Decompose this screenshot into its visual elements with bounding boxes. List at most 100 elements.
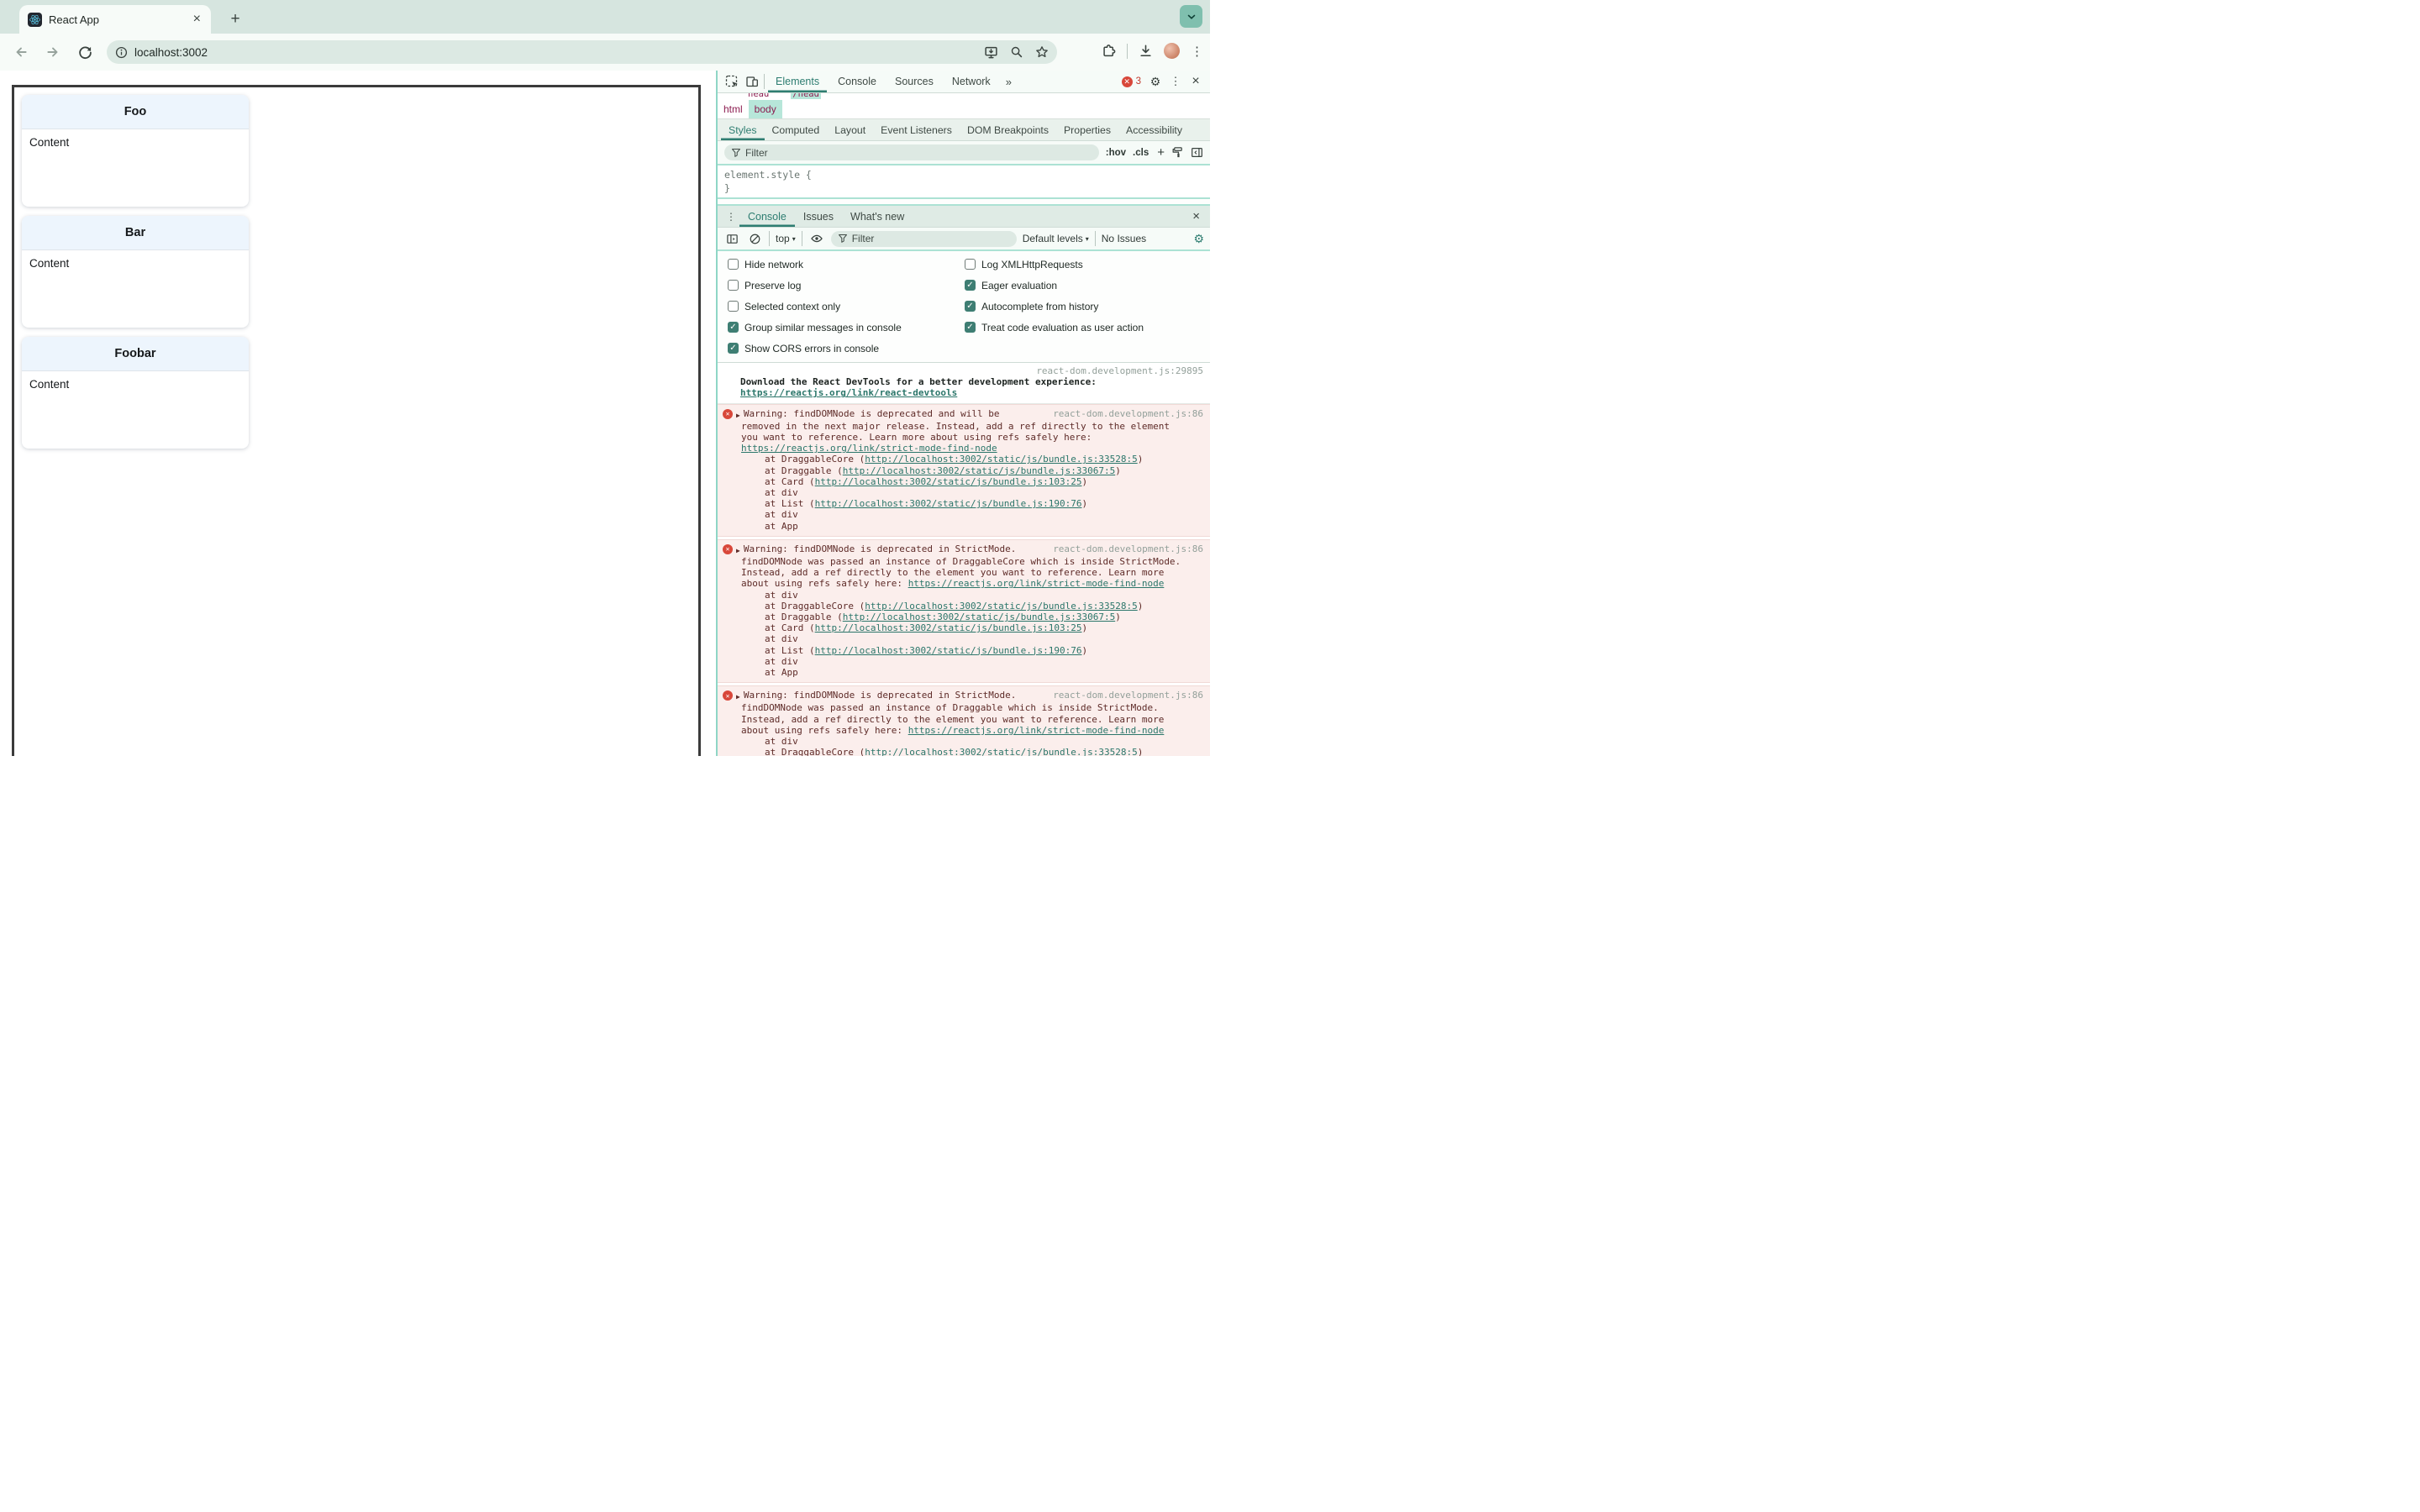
expand-triangle-icon[interactable]: ▶	[736, 545, 740, 556]
setting-preserve-log[interactable]: Preserve log	[728, 275, 965, 296]
new-tab-button[interactable]: +	[224, 8, 247, 31]
expand-triangle-icon[interactable]: ▶	[736, 691, 740, 702]
setting-selected-context-only[interactable]: Selected context only	[728, 296, 965, 317]
checkbox[interactable]	[728, 343, 739, 354]
devtools-tab-elements[interactable]: Elements	[768, 71, 827, 92]
panel-layout-icon[interactable]	[1191, 146, 1203, 159]
more-tabs-icon[interactable]: »	[1002, 76, 1016, 88]
checkbox[interactable]	[728, 322, 739, 333]
checkbox[interactable]	[965, 259, 976, 270]
drawer-tab-whats-new[interactable]: What's new	[842, 206, 913, 227]
downloads-icon[interactable]	[1139, 44, 1153, 58]
devtools-close-icon[interactable]: ×	[1187, 73, 1204, 90]
setting-group-similar[interactable]: Group similar messages in console	[728, 317, 965, 338]
stack-frame-link[interactable]: http://localhost:3002/static/js/bundle.j…	[843, 612, 1116, 622]
stack-frame-link[interactable]: http://localhost:3002/static/js/bundle.j…	[865, 747, 1138, 756]
message-source-link[interactable]: react-dom.development.js:29895	[740, 365, 1203, 376]
message-source-link[interactable]: react-dom.development.js:86	[1053, 408, 1203, 419]
dom-tag-fragment-highlighted[interactable]: /head	[791, 93, 821, 99]
drawer-menu-kebab-icon[interactable]: ⋮	[723, 206, 739, 227]
message-source-link[interactable]: react-dom.development.js:86	[1053, 543, 1203, 554]
expand-triangle-icon[interactable]: ▶	[736, 410, 740, 421]
error-count-badge[interactable]: ✕ 3	[1121, 76, 1141, 87]
devtools-tab-console[interactable]: Console	[830, 71, 884, 92]
console-sidebar-toggle-icon[interactable]	[723, 230, 740, 247]
checkbox[interactable]	[965, 322, 976, 333]
checkbox[interactable]	[728, 301, 739, 312]
drawer-tab-issues[interactable]: Issues	[795, 206, 842, 227]
live-expression-eye-icon[interactable]	[808, 230, 825, 247]
card-header[interactable]: Bar	[22, 216, 249, 250]
card-foo[interactable]: Foo Content	[22, 95, 249, 207]
checkbox[interactable]	[728, 280, 739, 291]
log-levels-dropdown[interactable]: Default levels ▾	[1023, 233, 1089, 244]
devtools-tab-sources[interactable]: Sources	[887, 71, 941, 92]
paint-roller-icon[interactable]	[1171, 146, 1184, 159]
card-bar[interactable]: Bar Content	[22, 216, 249, 328]
element-style-rule[interactable]: element.style { }	[718, 165, 1210, 199]
message-link[interactable]: https://reactjs.org/link/strict-mode-fin…	[908, 725, 1165, 736]
checkbox[interactable]	[965, 280, 976, 291]
tab-accessibility[interactable]: Accessibility	[1118, 119, 1190, 140]
zoom-icon[interactable]	[1010, 45, 1023, 59]
forward-button[interactable]	[44, 43, 62, 61]
clear-console-icon[interactable]	[746, 230, 763, 247]
setting-hide-network[interactable]: Hide network	[728, 254, 965, 275]
checkbox[interactable]	[965, 301, 976, 312]
card-header[interactable]: Foobar	[22, 337, 249, 371]
setting-eager-evaluation[interactable]: Eager evaluation	[965, 275, 1210, 296]
setting-log-xmlhttprequests[interactable]: Log XMLHttpRequests	[965, 254, 1210, 275]
inspect-element-icon[interactable]	[723, 73, 740, 90]
install-app-icon[interactable]	[984, 45, 998, 60]
setting-show-cors-errors[interactable]: Show CORS errors in console	[728, 338, 965, 359]
stack-frame-link[interactable]: http://localhost:3002/static/js/bundle.j…	[865, 601, 1138, 612]
tab-event-listeners[interactable]: Event Listeners	[873, 119, 960, 140]
window-chevron-button[interactable]	[1180, 5, 1202, 28]
stack-frame-link[interactable]: http://localhost:3002/static/js/bundle.j…	[865, 454, 1138, 465]
stack-frame-link[interactable]: http://localhost:3002/static/js/bundle.j…	[815, 645, 1082, 656]
console-filter-input[interactable]: Filter	[830, 230, 1017, 247]
tab-properties[interactable]: Properties	[1056, 119, 1118, 140]
profile-avatar[interactable]	[1164, 43, 1180, 59]
setting-autocomplete-history[interactable]: Autocomplete from history	[965, 296, 1210, 317]
tab-styles[interactable]: Styles	[721, 119, 765, 140]
stack-frame-link[interactable]: http://localhost:3002/static/js/bundle.j…	[843, 465, 1116, 476]
issues-counter[interactable]: No Issues	[1102, 233, 1146, 244]
drawer-close-icon[interactable]: ×	[1187, 206, 1205, 227]
toggle-hover-state[interactable]: :hov	[1106, 148, 1126, 158]
setting-treat-eval-user-action[interactable]: Treat code evaluation as user action	[965, 317, 1210, 338]
new-style-rule-button[interactable]: +	[1157, 145, 1165, 160]
card-header[interactable]: Foo	[22, 95, 249, 129]
toggle-element-classes[interactable]: .cls	[1133, 148, 1149, 158]
tab-dom-breakpoints[interactable]: DOM Breakpoints	[960, 119, 1056, 140]
stack-frame-link[interactable]: http://localhost:3002/static/js/bundle.j…	[815, 498, 1082, 509]
dom-tag-fragment[interactable]: head	[748, 93, 769, 99]
tab-close-icon[interactable]: ×	[192, 13, 203, 26]
checkbox[interactable]	[728, 259, 739, 270]
devtools-tab-network[interactable]: Network	[944, 71, 998, 92]
card-foobar[interactable]: Foobar Content	[22, 337, 249, 449]
stack-frame-link[interactable]: http://localhost:3002/static/js/bundle.j…	[815, 476, 1082, 487]
message-link[interactable]: https://reactjs.org/link/react-devtools	[740, 387, 957, 398]
extensions-puzzle-icon[interactable]	[1102, 44, 1116, 58]
message-source-link[interactable]: react-dom.development.js:86	[1053, 690, 1203, 701]
tab-computed[interactable]: Computed	[765, 119, 828, 140]
address-bar[interactable]: localhost:3002	[107, 40, 1057, 64]
browser-menu-kebab-icon[interactable]: ⋮	[1191, 44, 1203, 59]
message-link[interactable]: https://reactjs.org/link/strict-mode-fin…	[741, 443, 997, 454]
tab-layout[interactable]: Layout	[827, 119, 873, 140]
breadcrumb-body[interactable]: body	[748, 100, 782, 118]
styles-filter-input[interactable]: Filter	[724, 144, 1099, 160]
console-settings-gear-icon[interactable]: ⚙	[1193, 233, 1204, 244]
stack-frame-link[interactable]: http://localhost:3002/static/js/bundle.j…	[815, 622, 1082, 633]
url-text[interactable]: localhost:3002	[134, 46, 984, 59]
device-toolbar-icon[interactable]	[744, 73, 760, 90]
site-info-icon[interactable]	[115, 46, 128, 59]
message-link[interactable]: https://reactjs.org/link/strict-mode-fin…	[908, 578, 1165, 589]
bookmark-star-icon[interactable]	[1035, 45, 1049, 59]
reload-button[interactable]	[76, 43, 94, 61]
drawer-tab-console[interactable]: Console	[739, 206, 795, 227]
devtools-menu-kebab-icon[interactable]: ⋮	[1167, 73, 1184, 90]
breadcrumb-html[interactable]: html	[718, 100, 749, 118]
back-button[interactable]	[12, 43, 30, 61]
